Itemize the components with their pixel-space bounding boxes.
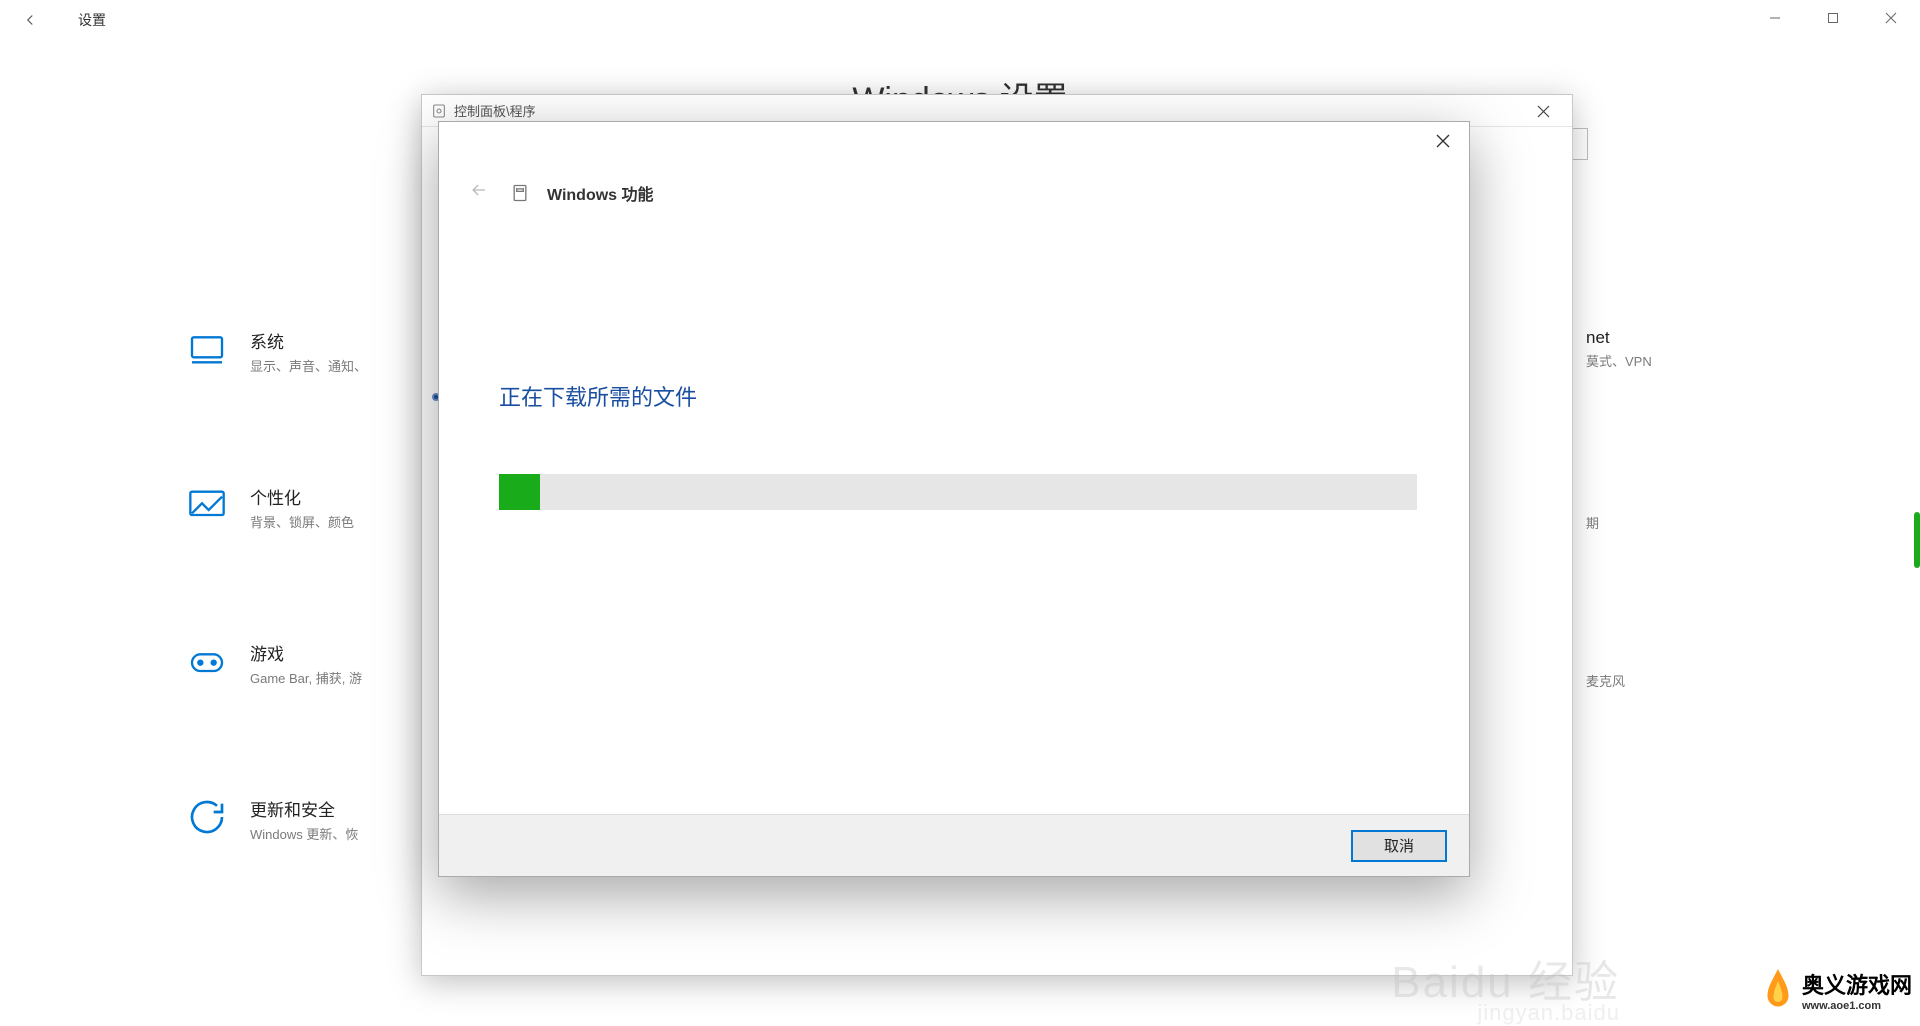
category-network-fragment[interactable]: net 莫式、VPN: [1586, 328, 1652, 370]
site-brand: 奥义游戏网 www.aoe1.com: [1760, 966, 1912, 1014]
close-icon: [1436, 134, 1450, 148]
category-update[interactable]: 更新和安全 Windows 更新、恢: [186, 796, 358, 843]
category-title: 个性化: [250, 484, 354, 509]
cp-close-button[interactable]: [1514, 95, 1572, 127]
close-icon: [1885, 12, 1897, 24]
category-subtitle: 背景、锁屏、颜色: [250, 512, 354, 531]
category-title: 更新和安全: [250, 796, 358, 821]
site-name: 奥义游戏网: [1802, 968, 1912, 1000]
gaming-icon: [186, 640, 228, 682]
cp-icon: [430, 102, 448, 120]
category-personalization[interactable]: 个性化 背景、锁屏、颜色: [186, 484, 354, 531]
close-button[interactable]: [1862, 0, 1920, 36]
maximize-button[interactable]: [1804, 0, 1862, 36]
minimize-icon: [1769, 12, 1781, 24]
dialog-header: Windows 功能: [465, 180, 654, 205]
settings-titlebar: 设置: [0, 0, 1920, 40]
dialog-footer: 取消: [439, 814, 1469, 876]
update-icon: [186, 796, 228, 838]
scrollbar-thumb[interactable]: [1914, 512, 1920, 568]
back-button[interactable]: [0, 0, 60, 40]
category-subtitle: Windows 更新、恢: [250, 824, 358, 843]
windows-features-dialog: Windows 功能 正在下载所需的文件 取消: [438, 121, 1470, 877]
progress-bar: [499, 474, 1417, 510]
progress-bar-fill: [499, 474, 540, 510]
dialog-close-button[interactable]: [1417, 122, 1469, 160]
dialog-back-button: [465, 180, 493, 205]
cancel-button[interactable]: 取消: [1351, 830, 1447, 862]
cp-title-text: 控制面板\程序: [454, 101, 536, 120]
category-title: 游戏: [250, 640, 362, 665]
maximize-icon: [1827, 12, 1839, 24]
window-controls: [1746, 0, 1920, 36]
category-system[interactable]: 系统 显示、声音、通知、: [186, 328, 367, 375]
category-time-fragment[interactable]: 期: [1586, 510, 1599, 532]
arrow-left-icon: [21, 11, 39, 29]
dialog-status-text: 正在下载所需的文件: [499, 380, 697, 412]
category-privacy-fragment[interactable]: 麦克风: [1586, 668, 1625, 690]
personalization-icon: [186, 484, 228, 526]
close-icon: [1537, 105, 1550, 118]
watermark-sub: jingyan.baidu: [1477, 1000, 1620, 1026]
site-url: www.aoe1.com: [1802, 1000, 1912, 1012]
minimize-button[interactable]: [1746, 0, 1804, 36]
settings-title: 设置: [78, 10, 106, 30]
flame-icon: [1760, 966, 1796, 1014]
arrow-left-icon: [469, 180, 489, 200]
category-gaming[interactable]: 游戏 Game Bar, 捕获, 游: [186, 640, 362, 687]
category-subtitle: Game Bar, 捕获, 游: [250, 668, 362, 687]
category-title: 系统: [250, 328, 367, 353]
system-icon: [186, 328, 228, 370]
category-subtitle: 显示、声音、通知、: [250, 356, 367, 375]
dialog-title: Windows 功能: [547, 181, 654, 205]
features-icon: [509, 182, 531, 204]
